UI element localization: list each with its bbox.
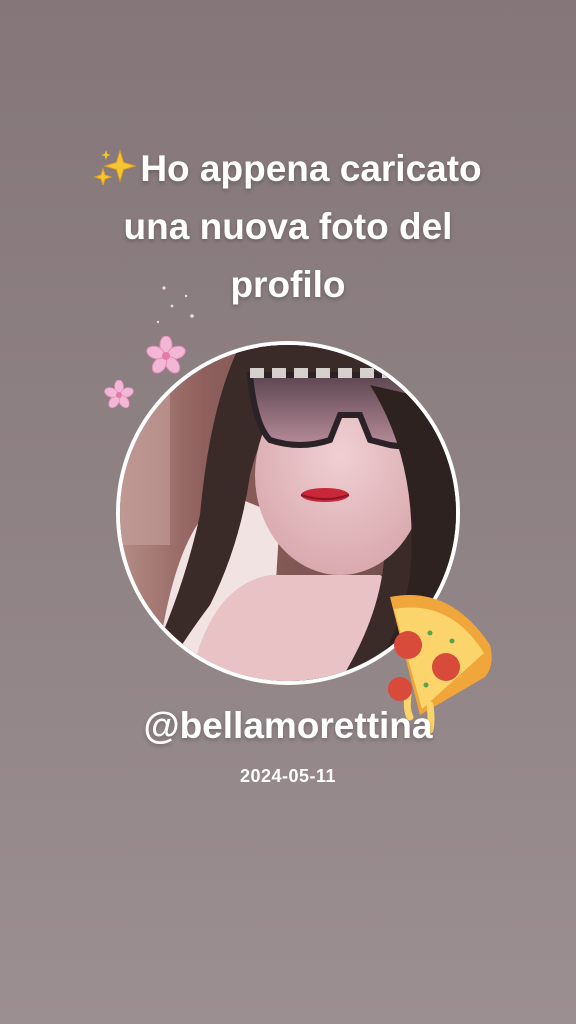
- headline-line-1: Ho appena caricato: [48, 140, 528, 198]
- headline-text-1: Ho appena caricato: [140, 148, 482, 189]
- headline-line-3: profilo: [230, 264, 346, 305]
- username: @bellamorettina: [143, 705, 433, 746]
- headline: Ho appena caricato una nuova foto del pr…: [48, 140, 528, 314]
- sparkle-dots-icon: [156, 286, 194, 324]
- cherry-blossom-icon: [146, 336, 186, 374]
- headline-line-2: una nuova foto del: [123, 206, 453, 247]
- sparkles-icon: [94, 149, 138, 185]
- upload-date: 2024-05-11: [239, 766, 337, 786]
- cherry-blossom-icon: [104, 380, 134, 409]
